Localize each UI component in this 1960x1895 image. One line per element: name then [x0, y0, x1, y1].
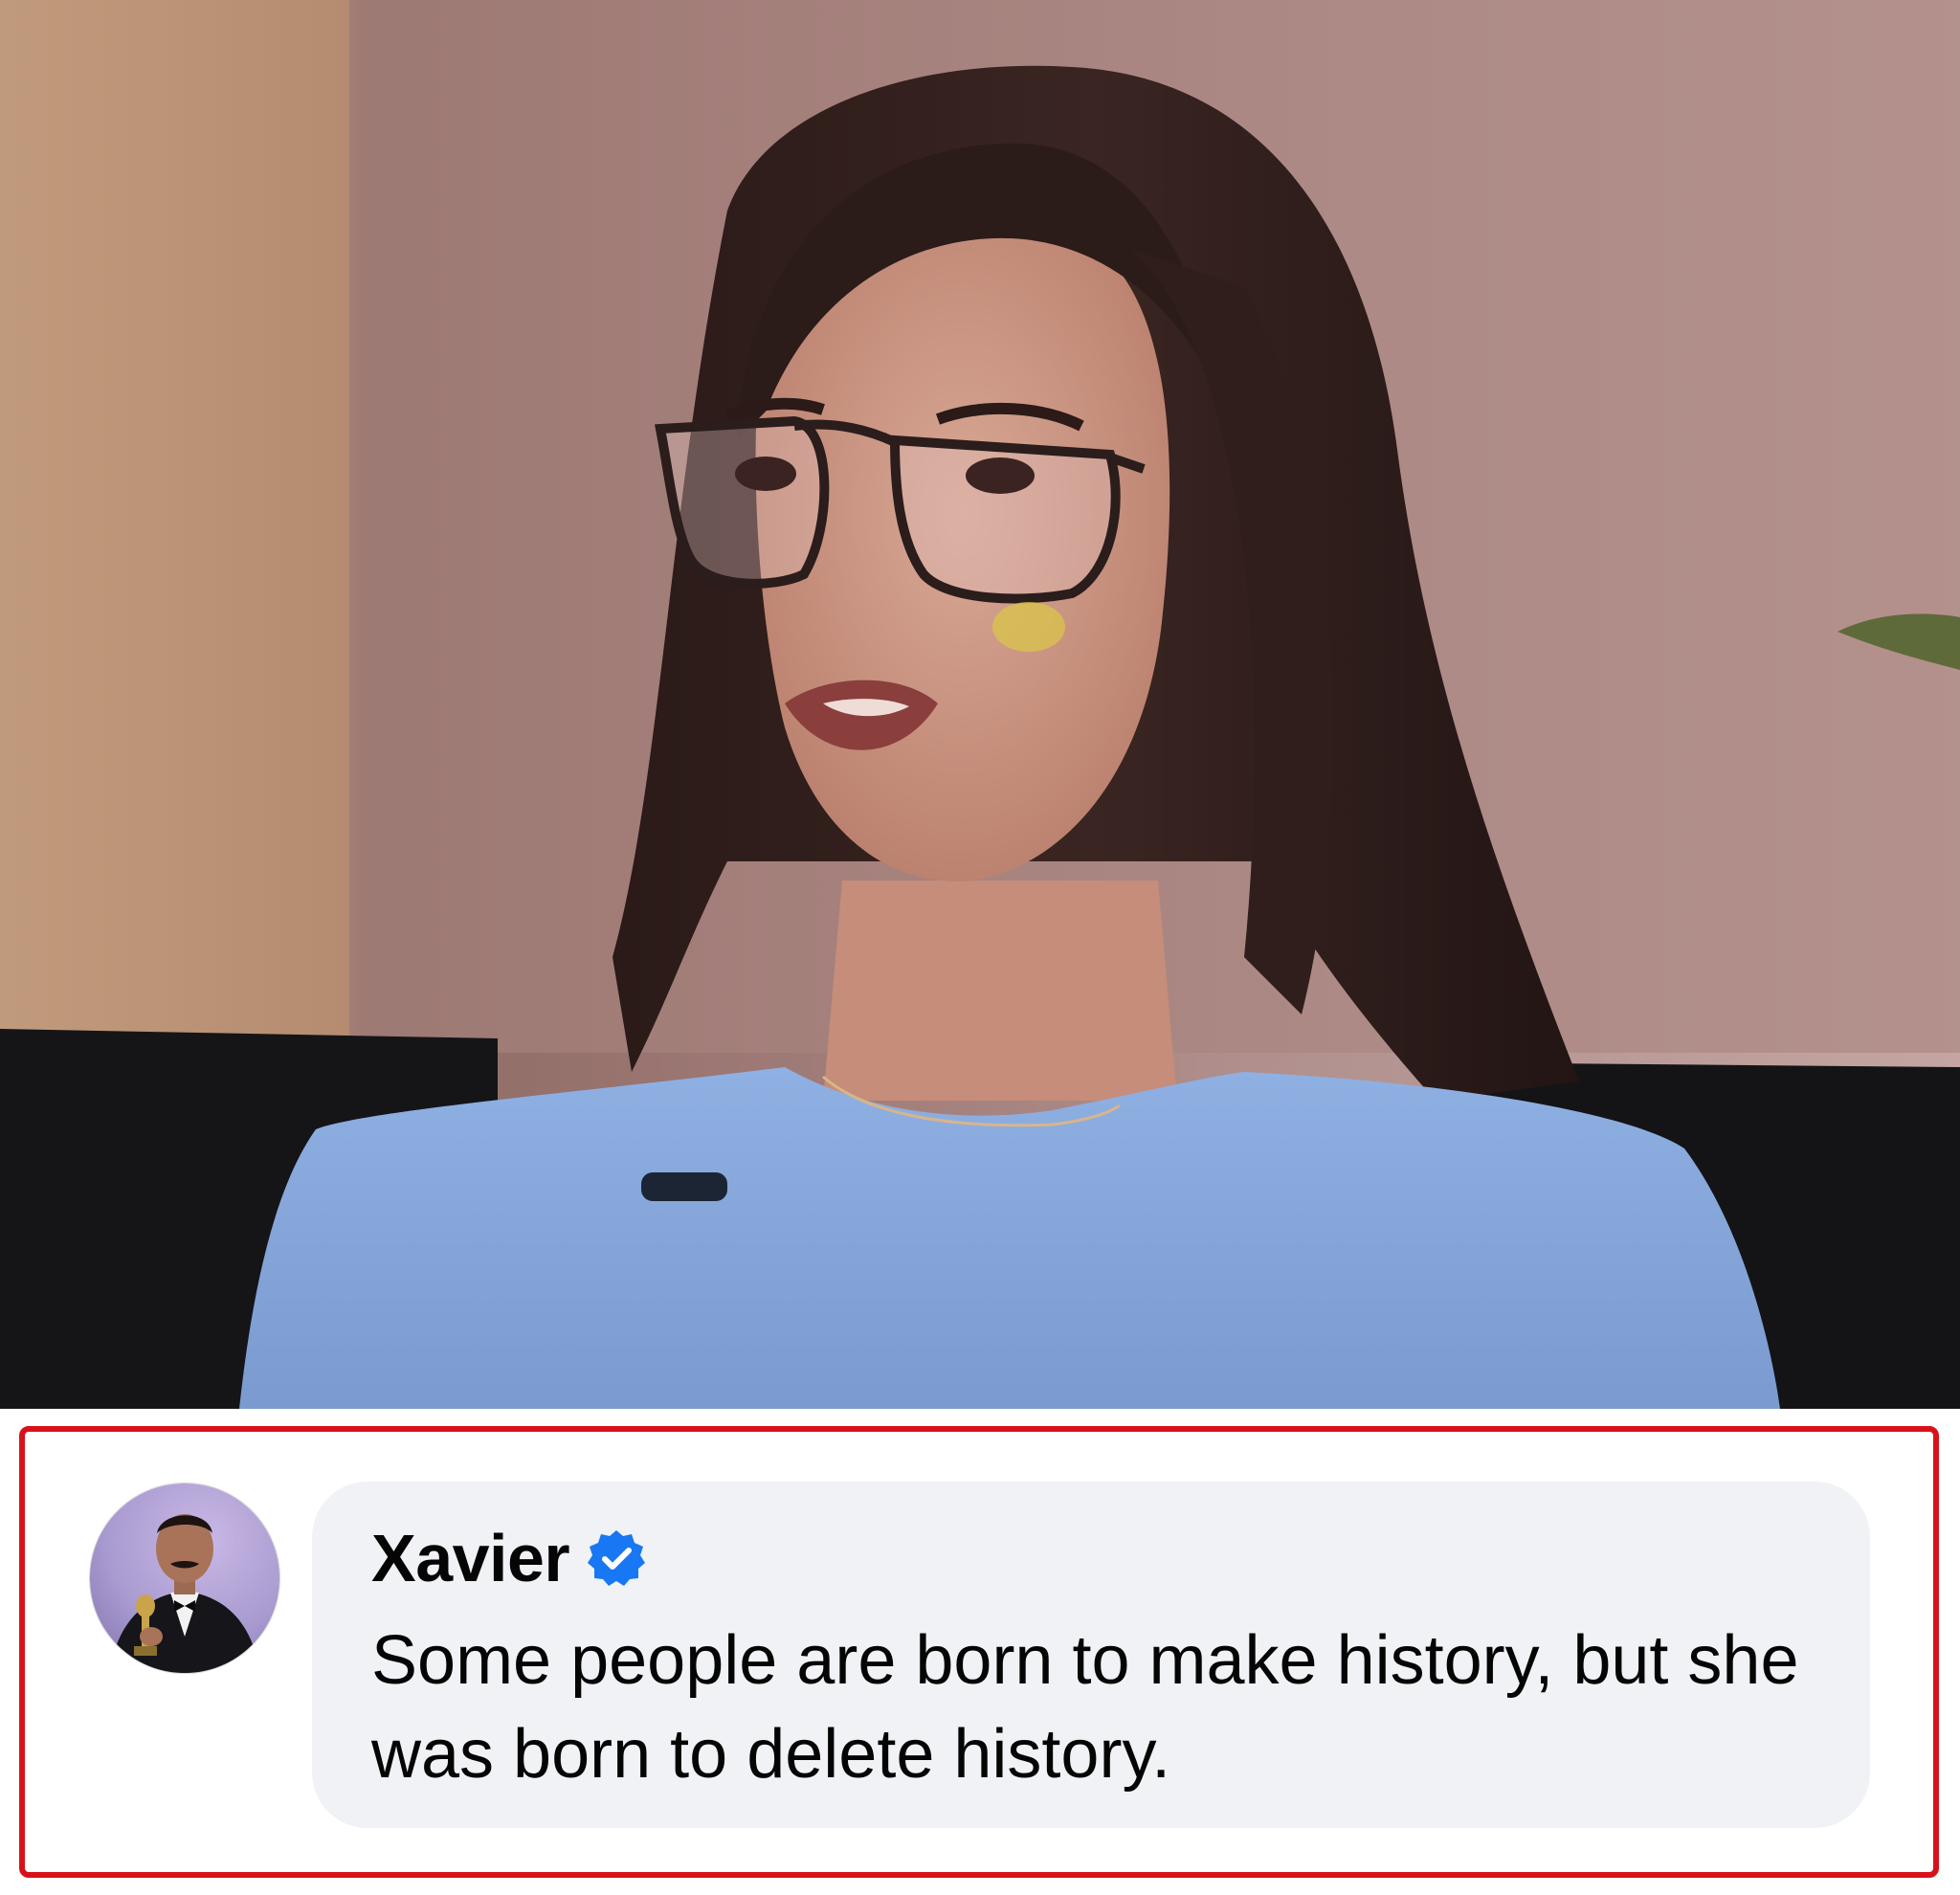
comment-bubble: Xavier Some people are born to make hist…	[312, 1482, 1870, 1828]
verified-badge-icon	[587, 1528, 646, 1588]
comment-author[interactable]: Xavier	[371, 1520, 570, 1596]
avatar-illustration	[109, 1514, 260, 1673]
photo-illustration	[0, 0, 1960, 1409]
post-photo	[0, 0, 1960, 1409]
comment-header: Xavier	[371, 1520, 646, 1596]
avatar[interactable]	[90, 1483, 279, 1673]
comment-text: Some people are born to make history, bu…	[371, 1622, 1799, 1793]
